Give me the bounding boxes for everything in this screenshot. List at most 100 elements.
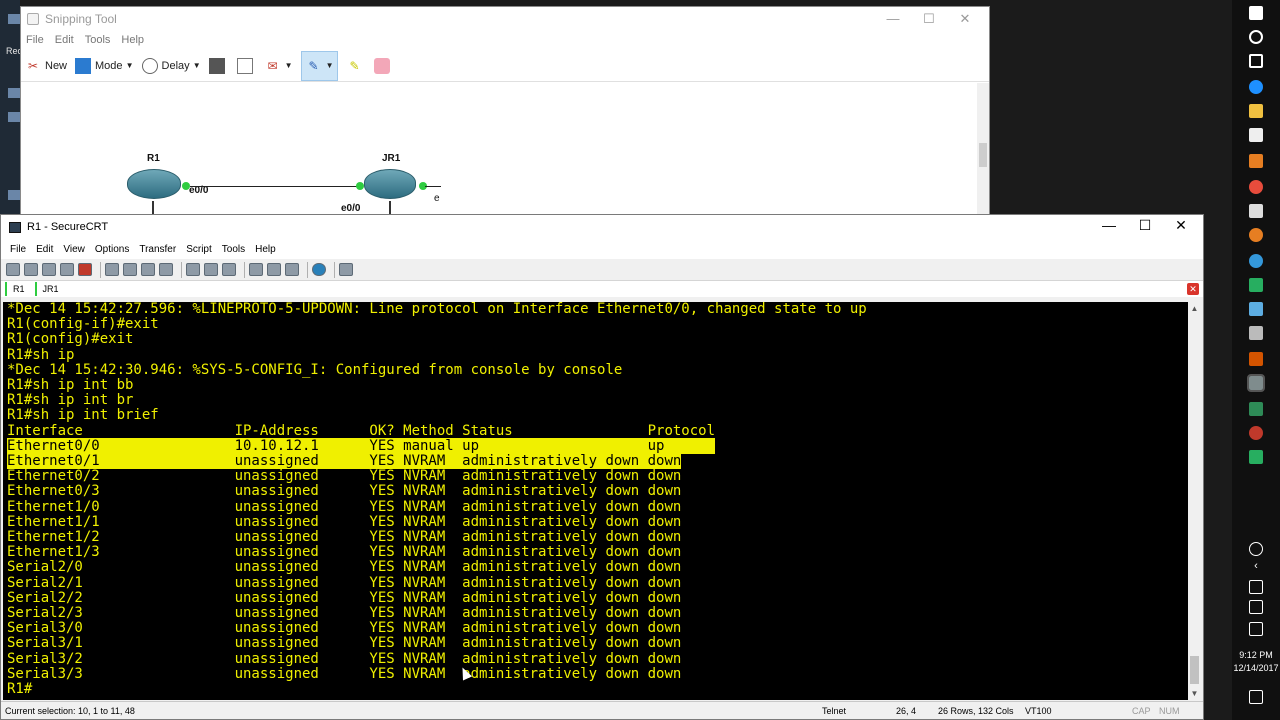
cortana-icon[interactable] [1249, 30, 1263, 44]
clock-date[interactable]: 12/14/2017 [1232, 663, 1280, 673]
terminal-line: R1# [7, 681, 33, 698]
snipping-tool-titlebar[interactable]: Snipping Tool [21, 7, 989, 31]
close-button[interactable]: ✕ [947, 11, 983, 27]
securecrt-titlebar[interactable]: R1 - SecureCRT [1, 215, 1203, 239]
maximize-button[interactable]: ☐ [911, 11, 947, 27]
copy-icon[interactable] [105, 263, 119, 276]
menu-file[interactable]: File [10, 244, 26, 255]
terminal-scrollbar[interactable]: ▲ ▼ [1188, 302, 1201, 700]
disconnect-icon[interactable] [78, 263, 92, 276]
reconnect-icon[interactable] [60, 263, 74, 276]
send-button[interactable]: ✉ ▼ [265, 58, 293, 74]
connect-tab-icon[interactable] [42, 263, 56, 276]
start-icon[interactable] [1249, 6, 1263, 20]
scissors-icon: ✂ [27, 58, 39, 73]
menu-tools[interactable]: Tools [222, 244, 245, 255]
firefox-icon[interactable] [1249, 228, 1263, 242]
terminal-line: R1#sh ip int br [7, 392, 134, 409]
eraser-button[interactable] [374, 57, 394, 74]
menu-view[interactable]: View [63, 244, 85, 255]
app-icon[interactable] [1249, 426, 1263, 440]
pen-button[interactable]: ✎ ▼ [300, 50, 339, 81]
app-icon[interactable] [1249, 254, 1263, 268]
clock-time[interactable]: 9:12 PM [1232, 650, 1280, 660]
close-button[interactable]: ✕ [1163, 217, 1199, 234]
keymap-icon[interactable] [285, 263, 299, 276]
session-options-icon[interactable] [249, 263, 263, 276]
volume-icon[interactable] [1249, 580, 1263, 594]
tab-r1[interactable]: R1 [5, 282, 31, 296]
highlighter-button[interactable]: ✎ [346, 58, 366, 74]
close-tab-icon[interactable]: ✕ [1187, 283, 1199, 295]
desktop-icon[interactable] [8, 190, 20, 200]
menu-edit[interactable]: Edit [36, 244, 53, 255]
clock-icon [141, 57, 158, 74]
snip-scrollbar[interactable] [977, 83, 989, 215]
app-icon[interactable] [1249, 326, 1263, 340]
menu-script[interactable]: Script [186, 244, 212, 255]
app-icon[interactable] [1249, 278, 1263, 292]
pen-ink-icon[interactable] [1249, 622, 1263, 636]
menu-edit[interactable]: Edit [55, 34, 74, 46]
mode-button[interactable]: Mode ▼ [75, 57, 134, 74]
notifications-icon[interactable] [1249, 690, 1263, 704]
menu-transfer[interactable]: Transfer [139, 244, 176, 255]
network-icon[interactable] [1249, 600, 1263, 614]
terminal-line: R1(config)#exit [7, 331, 134, 348]
menu-help[interactable]: Help [121, 34, 144, 46]
people-icon[interactable] [1249, 542, 1263, 556]
delay-button[interactable]: Delay ▼ [141, 57, 201, 74]
global-options-icon[interactable] [267, 263, 281, 276]
task-view-icon[interactable] [1249, 54, 1263, 68]
maximize-button[interactable]: ☐ [1127, 217, 1163, 234]
terminal-screen[interactable]: *Dec 14 15:42:27.596: %LINEPROTO-5-UPDOW… [3, 302, 1189, 700]
desktop-icon[interactable] [8, 14, 20, 24]
print-icon[interactable] [186, 263, 200, 276]
desktop-icon[interactable] [8, 112, 20, 122]
powerpoint-icon[interactable] [1249, 352, 1263, 366]
scrollbar-thumb[interactable] [979, 143, 987, 167]
edge-icon[interactable] [1249, 80, 1263, 94]
quick-connect-icon[interactable] [24, 263, 38, 276]
toolbar-separator [334, 261, 335, 278]
snipping-tool-taskbar-icon[interactable] [1247, 374, 1265, 392]
router-r1-icon [127, 169, 181, 199]
toolbar-separator [244, 261, 245, 278]
help-icon[interactable] [312, 263, 326, 276]
terminal-output-top: *Dec 14 15:42:27.596: %LINEPROTO-5-UPDOW… [3, 302, 1189, 439]
menu-file[interactable]: File [26, 34, 44, 46]
chevron-left-icon[interactable]: ‹ [1249, 560, 1263, 574]
desktop-icon[interactable] [8, 88, 20, 98]
terminal-line: R1#sh ip [7, 346, 75, 363]
minimize-button[interactable]: — [1091, 217, 1127, 234]
app-icon[interactable] [1249, 302, 1263, 316]
menu-options[interactable]: Options [95, 244, 129, 255]
app-icon[interactable] [1249, 154, 1263, 168]
save-button[interactable] [208, 57, 229, 74]
terminal-line: Ethernet0/3 unassigned YES NVRAM adminis… [7, 483, 682, 500]
new-button[interactable]: ✂ New [25, 58, 67, 74]
find-icon[interactable] [159, 263, 173, 276]
toolbar-more-icon[interactable] [339, 263, 353, 276]
scroll-up-arrow[interactable]: ▲ [1188, 304, 1201, 313]
connect-icon[interactable] [6, 263, 20, 276]
store-icon[interactable] [1249, 128, 1263, 142]
printer-icon[interactable] [222, 263, 236, 276]
scrollbar-thumb[interactable] [1190, 656, 1199, 684]
terminal-line: Serial2/2 unassigned YES NVRAM administr… [7, 589, 682, 606]
chrome-icon[interactable] [1249, 180, 1263, 194]
file-explorer-icon[interactable] [1249, 104, 1263, 118]
scroll-down-arrow[interactable]: ▼ [1188, 689, 1201, 698]
status-position: 26, 4 [896, 706, 917, 716]
app-icon[interactable] [1249, 450, 1263, 464]
paste-icon[interactable] [123, 263, 137, 276]
menu-help[interactable]: Help [255, 244, 276, 255]
copy-paste-icon[interactable] [141, 263, 155, 276]
app-icon[interactable] [1249, 402, 1263, 416]
menu-tools[interactable]: Tools [85, 34, 111, 46]
minimize-button[interactable]: — [875, 11, 911, 27]
mail-icon[interactable] [1249, 204, 1263, 218]
copy-button[interactable] [236, 57, 257, 74]
print-selection-icon[interactable] [204, 263, 218, 276]
tab-jr1[interactable]: JR1 [34, 282, 65, 296]
